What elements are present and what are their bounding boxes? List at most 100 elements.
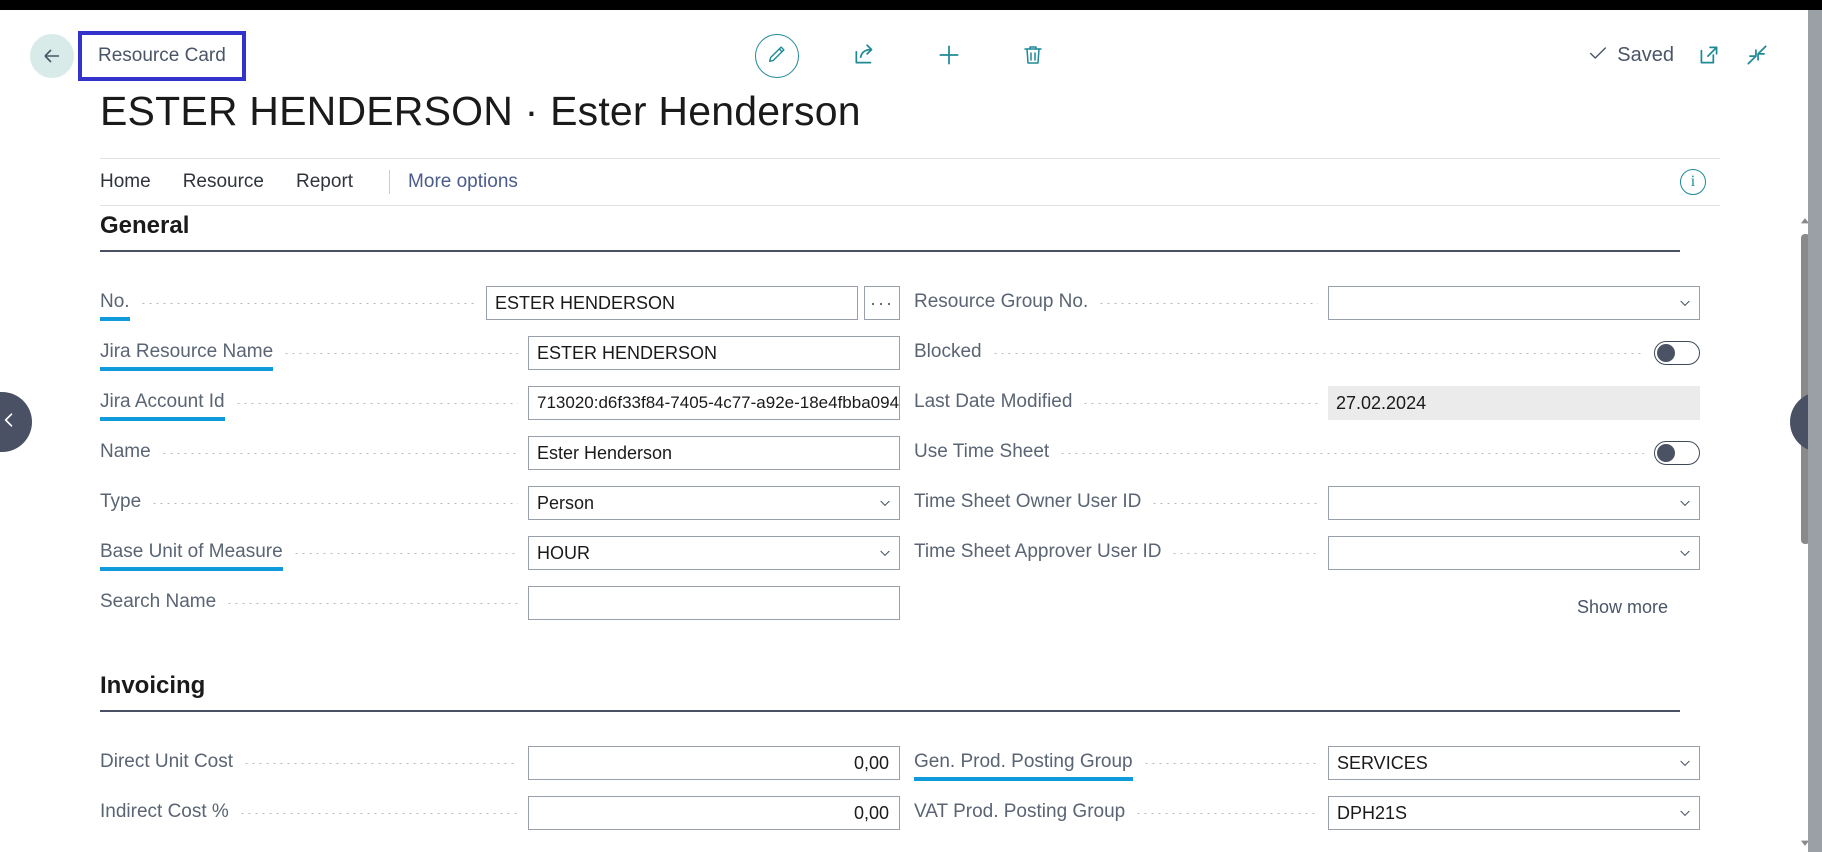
chevron-down-icon[interactable]: [1673, 806, 1697, 820]
info-icon[interactable]: i: [1680, 169, 1706, 195]
pencil-icon: [766, 43, 788, 70]
no-lookup-button[interactable]: ···: [864, 286, 900, 320]
direct-unit-cost-input[interactable]: 0,00: [528, 746, 900, 780]
invoicing-left-column: Direct Unit Cost 0,00 Indirect Cost % 0,…: [100, 738, 900, 838]
breadcrumb[interactable]: Resource Card: [78, 31, 246, 81]
edit-button[interactable]: [755, 34, 799, 78]
form-content: General Show more No. ESTER HENDERSON ··…: [100, 212, 1700, 852]
leader-dots: [243, 763, 518, 764]
arrow-left-icon: [40, 44, 64, 68]
invoicing-columns: Direct Unit Cost 0,00 Indirect Cost % 0,…: [100, 738, 1700, 838]
previous-record-button[interactable]: [0, 392, 32, 452]
check-icon: [1587, 42, 1609, 69]
section-invoicing-title: Invoicing: [100, 672, 1700, 710]
vat-prod-posting-group-value: DPH21S: [1337, 803, 1407, 824]
leader-dots: [1151, 503, 1318, 504]
jira-account-id-input[interactable]: 713020:d6f33f84-7405-4c77-a92e-18e4fbba0…: [528, 386, 900, 420]
base-unit-of-measure-select[interactable]: HOUR: [528, 536, 900, 570]
field-direct-unit-cost: Direct Unit Cost 0,00: [100, 738, 900, 788]
leader-dots: [226, 603, 518, 604]
tab-home[interactable]: Home: [100, 171, 151, 193]
field-last-date-modified: Last Date Modified 27.02.2024: [914, 378, 1700, 428]
type-select-value: Person: [537, 493, 594, 514]
field-indirect-cost-pct-label: Indirect Cost %: [100, 801, 229, 825]
plus-icon: [936, 42, 962, 73]
vat-prod-posting-group-select[interactable]: DPH21S: [1328, 796, 1700, 830]
field-time-sheet-approver-user-id-label: Time Sheet Approver User ID: [914, 541, 1161, 565]
back-button[interactable]: [30, 34, 74, 78]
popout-icon: [1696, 55, 1722, 72]
field-vat-prod-posting-group-label: VAT Prod. Posting Group: [914, 801, 1125, 825]
toggle-knob: [1657, 444, 1675, 462]
field-indirect-cost-pct: Indirect Cost % 0,00: [100, 788, 900, 838]
field-jira-resource-name-label[interactable]: Jira Resource Name: [100, 341, 273, 365]
new-button[interactable]: [932, 40, 966, 74]
invoicing-right-column: Gen. Prod. Posting Group SERVICES VAT Pr…: [900, 738, 1700, 838]
open-in-new-window-button[interactable]: [1696, 42, 1724, 70]
breadcrumb-label: Resource Card: [98, 45, 226, 67]
save-status: Saved: [1587, 42, 1674, 69]
field-search-name-label: Search Name: [100, 591, 216, 615]
leader-dots: [1098, 303, 1318, 304]
leader-dots: [140, 303, 476, 304]
time-sheet-approver-user-id-select[interactable]: [1328, 536, 1700, 570]
field-no-label[interactable]: No.: [100, 291, 130, 315]
tab-report[interactable]: Report: [296, 171, 353, 193]
leader-dots: [1135, 813, 1318, 814]
field-jira-resource-name: Jira Resource Name ESTER HENDERSON: [100, 328, 900, 378]
field-jira-account-id-label[interactable]: Jira Account Id: [100, 391, 225, 415]
field-base-unit-of-measure-label[interactable]: Base Unit of Measure: [100, 541, 283, 565]
delete-button[interactable]: [1016, 40, 1050, 74]
no-input[interactable]: ESTER HENDERSON: [486, 286, 858, 320]
field-no: No. ESTER HENDERSON ···: [100, 278, 900, 328]
tab-resource[interactable]: Resource: [183, 171, 264, 193]
chevron-down-icon[interactable]: [1673, 756, 1697, 770]
general-left-column: No. ESTER HENDERSON ··· Jira Resource Na…: [100, 278, 900, 628]
save-status-label: Saved: [1617, 44, 1674, 67]
outer-scroll-rail[interactable]: [1808, 10, 1822, 852]
blocked-toggle[interactable]: [1654, 341, 1700, 365]
chevron-down-icon[interactable]: [1673, 546, 1697, 560]
indirect-cost-pct-input[interactable]: 0,00: [528, 796, 900, 830]
section-general-title: General: [100, 212, 1700, 250]
chevron-down-icon[interactable]: [873, 546, 897, 560]
leader-dots: [1059, 453, 1644, 454]
share-button[interactable]: [848, 40, 882, 74]
ribbon-tabs: Home Resource Report More options i: [100, 158, 1720, 206]
chevron-down-icon[interactable]: [873, 496, 897, 510]
toggle-knob: [1657, 344, 1675, 362]
field-jira-account-id: Jira Account Id 713020:d6f33f84-7405-4c7…: [100, 378, 900, 428]
chevron-down-icon[interactable]: [1673, 496, 1697, 510]
field-use-time-sheet: Use Time Sheet: [914, 428, 1700, 478]
use-time-sheet-toggle[interactable]: [1654, 441, 1700, 465]
search-name-input[interactable]: [528, 586, 900, 620]
field-use-time-sheet-label: Use Time Sheet: [914, 441, 1049, 465]
field-gen-prod-posting-group: Gen. Prod. Posting Group SERVICES: [914, 738, 1700, 788]
last-date-modified-value: 27.02.2024: [1328, 386, 1700, 420]
type-select[interactable]: Person: [528, 486, 900, 520]
general-columns: No. ESTER HENDERSON ··· Jira Resource Na…: [100, 278, 1700, 628]
jira-resource-name-input[interactable]: ESTER HENDERSON: [528, 336, 900, 370]
leader-dots: [235, 403, 518, 404]
time-sheet-owner-user-id-select[interactable]: [1328, 486, 1700, 520]
share-icon: [852, 42, 878, 73]
more-options-button[interactable]: More options: [408, 171, 518, 193]
name-input[interactable]: Ester Henderson: [528, 436, 900, 470]
gen-prod-posting-group-select[interactable]: SERVICES: [1328, 746, 1700, 780]
field-time-sheet-approver-user-id: Time Sheet Approver User ID: [914, 528, 1700, 578]
show-more-general[interactable]: Show more: [1577, 597, 1668, 618]
base-unit-of-measure-value: HOUR: [537, 543, 590, 564]
command-bar: Resource Card: [0, 10, 1822, 88]
resource-group-no-select[interactable]: [1328, 286, 1700, 320]
app-root: Resource Card: [0, 0, 1822, 852]
leader-dots: [992, 353, 1644, 354]
field-base-unit-of-measure: Base Unit of Measure HOUR: [100, 528, 900, 578]
chevron-down-icon[interactable]: [1673, 296, 1697, 310]
section-gap: [100, 628, 1700, 672]
collapse-button[interactable]: [1744, 42, 1772, 70]
field-resource-group-no: Resource Group No.: [914, 278, 1700, 328]
field-gen-prod-posting-group-label[interactable]: Gen. Prod. Posting Group: [914, 751, 1133, 775]
section-general-rule: [100, 250, 1680, 252]
page-title: ESTER HENDERSON · Ester Henderson: [100, 88, 861, 135]
field-resource-group-no-label: Resource Group No.: [914, 291, 1088, 315]
